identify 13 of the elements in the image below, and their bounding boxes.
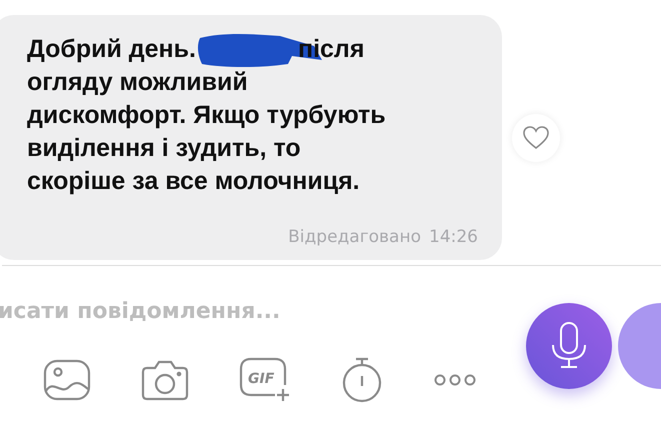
- message-text: огляду можливий дискомфорт. Якщо турбують виділення і зудить, то скоріше за все молочниця.: [27, 67, 387, 197]
- microphone-icon: [549, 321, 589, 371]
- camera-icon[interactable]: [141, 359, 189, 401]
- image-icon[interactable]: [43, 359, 91, 401]
- timer-icon[interactable]: [341, 356, 383, 404]
- heart-icon: [523, 126, 549, 150]
- like-button[interactable]: [512, 114, 560, 162]
- message-text: Добрий день.: [27, 34, 196, 65]
- gif-label: GIF: [248, 371, 274, 387]
- message-time: 14:26: [429, 226, 478, 248]
- more-icon[interactable]: [433, 373, 477, 387]
- message-input[interactable]: исати повідомлення...: [0, 288, 518, 334]
- edited-label: Відредаговано: [288, 226, 421, 248]
